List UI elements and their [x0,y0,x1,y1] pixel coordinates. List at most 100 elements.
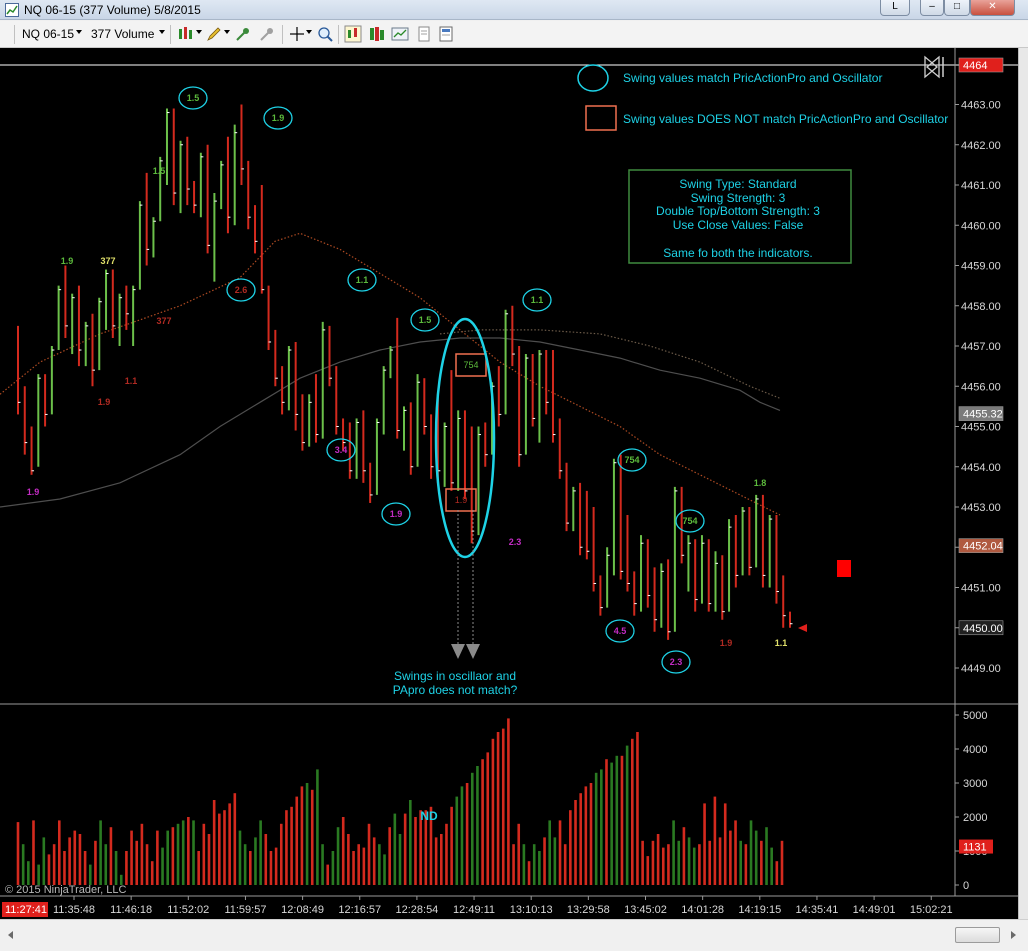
interval-dropdown-icon[interactable] [159,30,165,34]
volume-bar[interactable] [641,840,644,885]
volume-bar[interactable] [331,851,335,885]
crosshair-dropdown-icon[interactable] [306,30,312,34]
volume-bar[interactable] [698,844,701,885]
order-marker-square[interactable] [837,560,851,577]
chart-trader-icon[interactable] [368,25,386,43]
volume-bar[interactable] [357,844,361,885]
volume-bar[interactable] [507,718,510,885]
volume-bar[interactable] [558,820,562,885]
print-icon[interactable] [415,25,433,43]
volume-bar[interactable] [718,837,722,885]
volume-bar[interactable] [336,827,340,885]
volume-bar[interactable] [228,803,231,885]
volume-bar[interactable] [326,864,330,885]
volume-bar[interactable] [713,796,717,885]
chart-panel[interactable]: 4449.004450.004451.004452.004453.004454.… [0,48,1018,919]
volume-bar[interactable] [543,837,546,885]
volume-bar[interactable] [723,803,727,885]
volume-bar[interactable] [352,851,355,885]
volume-bar[interactable] [264,834,268,885]
volume-bar[interactable] [780,840,784,885]
strategy-icon[interactable] [258,25,276,43]
volume-bar[interactable] [388,827,391,885]
volume-bar[interactable] [279,823,283,885]
close-button[interactable]: ✕ [970,0,1015,16]
volume-bar[interactable] [316,769,319,885]
volume-bar[interactable] [651,840,655,885]
volume-axis[interactable]: 0100020003000400050001131 [955,710,993,892]
volume-bar[interactable] [68,837,71,885]
draw-tool-icon[interactable] [205,25,223,43]
volume-bar[interactable] [765,827,768,885]
volume-bar[interactable] [212,800,216,885]
volume-bar[interactable] [563,844,567,885]
templates-icon[interactable] [437,25,455,43]
volume-bar[interactable] [218,813,221,885]
volume-bar[interactable] [37,864,40,885]
volume-bar[interactable] [238,830,242,885]
volume-bar[interactable] [600,769,603,885]
volume-bar[interactable] [347,834,350,885]
volume-bar[interactable] [682,827,686,885]
volume-bar[interactable] [166,830,170,885]
volume-bar[interactable] [770,847,773,885]
volume-bar[interactable] [135,840,139,885]
volume-bar[interactable] [140,823,144,885]
volume-bar[interactable] [739,840,743,885]
interval-selector[interactable]: 377 Volume [91,27,154,41]
volume-bar[interactable] [295,796,299,885]
restore-down-button[interactable]: L [880,0,910,16]
volume-bar[interactable] [269,851,273,885]
volume-bar[interactable] [187,817,190,885]
volume-bar[interactable] [687,837,691,885]
scroll-left-icon[interactable] [3,927,19,943]
volume-bar[interactable] [744,844,748,885]
volume-bar[interactable] [197,851,200,885]
volume-bar[interactable] [594,772,598,885]
data-box-icon[interactable] [344,25,362,43]
volume-bar[interactable] [625,745,629,885]
volume-bar[interactable] [181,820,185,885]
volume-bar[interactable] [88,864,92,885]
volume-bar[interactable] [538,851,541,885]
volume-bar[interactable] [378,844,381,885]
volume-bar[interactable] [78,834,82,885]
volume-bar[interactable] [434,837,438,885]
volume-bar[interactable] [290,806,293,885]
volume-bar[interactable] [729,830,732,885]
time-axis[interactable]: 11:27:41 11:35:48 11:46:18 11:52:02 11:59:57… [2,896,953,917]
volume-bar[interactable] [476,766,479,885]
volume-bar[interactable] [672,820,675,885]
volume-bar[interactable] [114,851,118,885]
volume-bar[interactable] [259,820,262,885]
volume-bar[interactable] [83,851,87,885]
bar-style-dropdown-icon[interactable] [196,30,202,34]
volume-bar[interactable] [553,837,557,885]
volume-bar[interactable] [749,820,753,885]
vertical-scrollbar[interactable] [1018,48,1028,919]
volume-bar[interactable] [207,834,211,885]
volume-bar[interactable] [99,820,102,885]
instrument-selector[interactable]: NQ 06-15 [22,27,74,41]
volume-bar[interactable] [615,755,619,885]
volume-bar[interactable] [254,837,257,885]
volume-bar[interactable] [754,830,758,885]
volume-bar[interactable] [656,834,660,885]
minimize-button[interactable]: – [920,0,944,16]
title-bar[interactable]: NQ 06-15 (377 Volume) 5/8/2015 L – □ ✕ [0,0,1028,20]
volume-bar[interactable] [481,759,484,885]
volume-bar[interactable] [57,820,61,885]
volume-bar[interactable] [27,861,30,885]
crosshair-icon[interactable] [288,25,306,43]
volume-bar[interactable] [496,732,500,885]
volume-bar[interactable] [150,861,154,885]
volume-bar[interactable] [734,820,737,885]
volume-bar[interactable] [527,861,531,885]
volume-bar[interactable] [708,840,712,885]
volume-bar[interactable] [646,856,650,885]
volume-bar[interactable] [775,861,779,885]
volume-bar[interactable] [517,823,521,885]
volume-bar[interactable] [372,837,376,885]
volume-bar[interactable] [285,810,288,885]
volume-bar[interactable] [409,800,412,885]
